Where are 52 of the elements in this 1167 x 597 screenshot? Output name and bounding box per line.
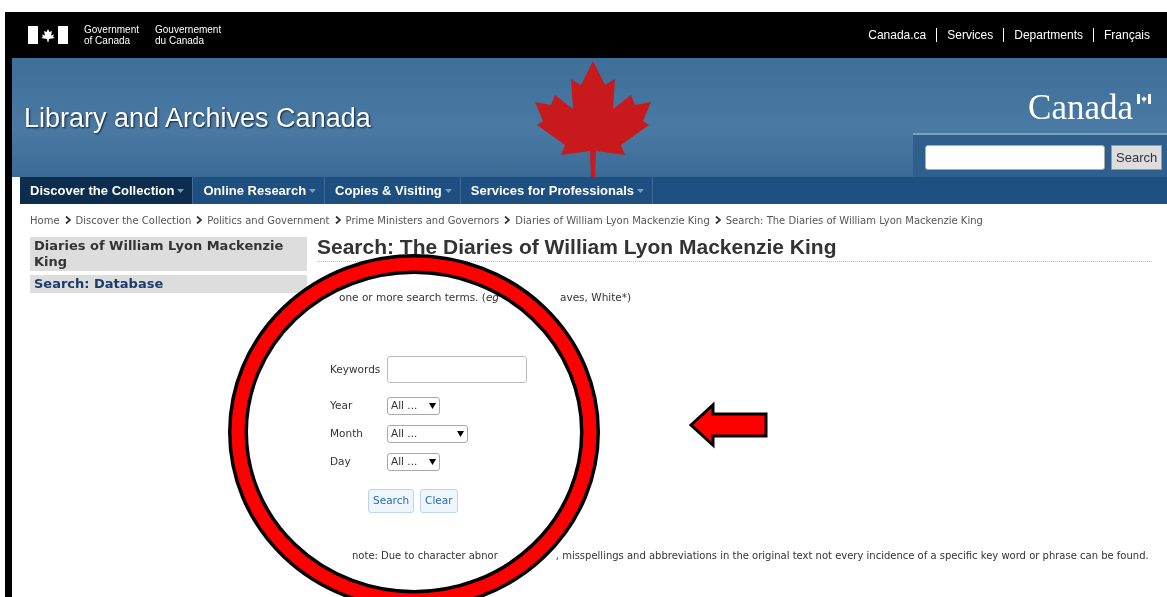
chevron-icon bbox=[334, 216, 341, 224]
caret-icon bbox=[637, 189, 645, 195]
dropdown[interactable]: All ... bbox=[387, 397, 440, 416]
page-heading: Search: The Diaries of William Lyon Mackenzie King bbox=[317, 234, 1152, 263]
nav-menu[interactable]: Online Research bbox=[193, 177, 326, 204]
instruction-text: one or more search terms. (eg bbox=[339, 290, 500, 306]
dropdown[interactable]: All ... bbox=[387, 425, 468, 444]
search-button[interactable]: Search bbox=[1111, 144, 1163, 170]
note-text: note: Due to character abnor bbox=[352, 549, 498, 561]
caret-icon bbox=[177, 189, 185, 195]
instruction-text: aves, White*) bbox=[560, 291, 632, 304]
note-text: , misspellings and abbreviations in the original text not every incidence of a specific key word or phrase can be found. bbox=[555, 549, 1149, 561]
chevron-icon bbox=[714, 216, 721, 224]
breadcrumb-current: Search: The Diaries of William Lyon Mackenzie King bbox=[725, 213, 983, 228]
breadcrumb-link[interactable]: Discover the Collection bbox=[75, 212, 192, 228]
chevron-icon bbox=[504, 216, 511, 224]
field-label: Keywords bbox=[330, 361, 382, 377]
flag-icon bbox=[1137, 93, 1151, 104]
field-label: Month bbox=[330, 426, 364, 442]
breadcrumb-link[interactable]: Prime Ministers and Governors bbox=[345, 212, 500, 228]
government-signature: Government of Canada bbox=[84, 24, 140, 46]
maple-leaf-icon bbox=[532, 59, 653, 177]
caret-icon bbox=[457, 431, 464, 438]
flag-icon bbox=[28, 26, 68, 44]
caret-icon bbox=[309, 189, 317, 195]
field-label: Year bbox=[330, 398, 354, 414]
form-button[interactable]: Search bbox=[368, 489, 415, 513]
dropdown[interactable]: All ... bbox=[387, 453, 440, 472]
canada-wordmark: Canada bbox=[1028, 89, 1133, 125]
nav-menu[interactable]: Services for Professionals bbox=[460, 177, 654, 204]
form-button[interactable]: Clear bbox=[420, 489, 458, 513]
header-link[interactable]: Departments bbox=[1003, 28, 1093, 42]
header-link[interactable]: Services bbox=[936, 28, 1004, 42]
breadcrumb-link[interactable]: Politics and Government bbox=[207, 212, 330, 228]
search-field[interactable] bbox=[925, 144, 1105, 170]
caret-icon bbox=[429, 459, 436, 466]
breadcrumb-link[interactable]: Diaries of William Lyon Mackenzie King bbox=[515, 212, 710, 228]
government-signature: Gouvernement du Canada bbox=[155, 24, 222, 46]
chevron-icon bbox=[64, 216, 71, 224]
field-label: Day bbox=[330, 454, 352, 470]
sidebar-link[interactable]: Search: Database bbox=[30, 275, 307, 293]
caret-icon bbox=[444, 189, 452, 195]
nav-menu[interactable]: Copies & Visiting bbox=[325, 177, 461, 204]
nav-menu[interactable]: Discover the Collection bbox=[20, 177, 194, 204]
caret-icon bbox=[429, 403, 436, 410]
header-link[interactable]: Français bbox=[1093, 28, 1160, 42]
site-title: Library and Archives Canada bbox=[24, 102, 371, 135]
keywords-field[interactable] bbox=[387, 356, 527, 384]
sidebar-heading: Diaries of William Lyon Mackenzie King bbox=[30, 237, 307, 271]
header-link[interactable]: Canada.ca bbox=[858, 28, 937, 42]
breadcrumb-link[interactable]: Home bbox=[30, 212, 60, 228]
chevron-icon bbox=[196, 216, 203, 224]
